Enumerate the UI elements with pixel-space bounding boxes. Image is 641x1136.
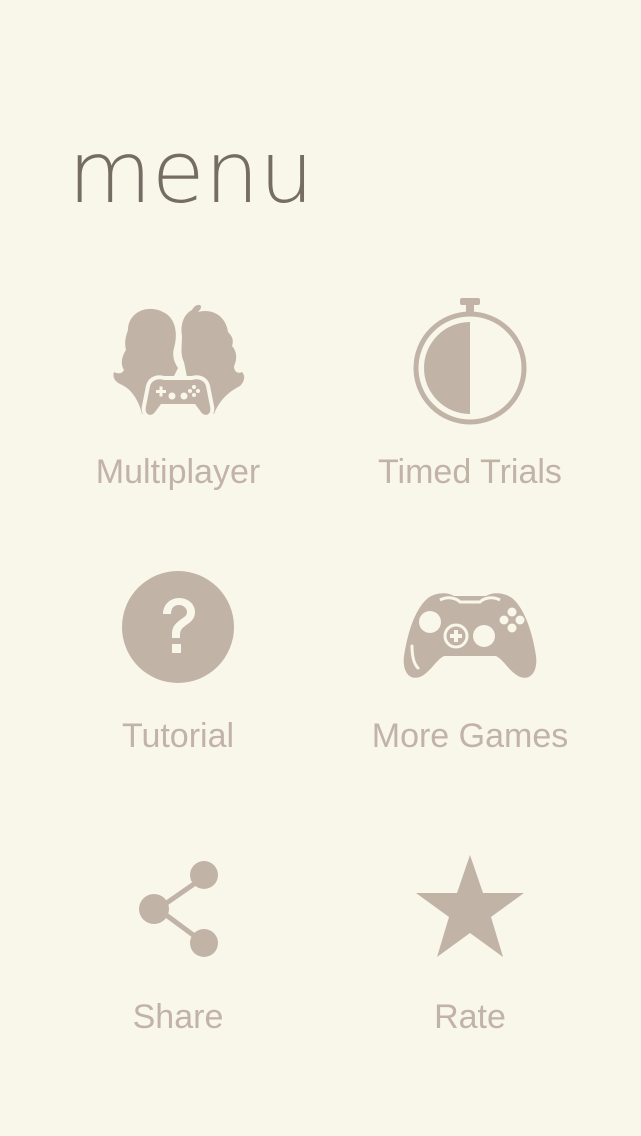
timed-trials-button[interactable]: Timed Trials [320,290,620,510]
share-label: Share [132,998,224,1036]
rate-button[interactable]: Rate [320,845,620,1065]
more-games-label: More Games [371,717,569,755]
share-button[interactable]: Share [28,845,328,1065]
timed-trials-label: Timed Trials [378,453,562,491]
star-icon [414,853,526,967]
more-games-button[interactable]: More Games [320,560,620,780]
question-icon [121,570,235,684]
stopwatch-icon [408,296,532,426]
multiplayer-icon [108,302,248,422]
gamepad-icon [400,586,540,686]
multiplayer-label: Multiplayer [95,453,261,491]
share-icon [136,859,220,959]
multiplayer-button[interactable]: Multiplayer [28,290,328,510]
rate-label: Rate [434,998,506,1036]
tutorial-label: Tutorial [121,717,235,755]
tutorial-button[interactable]: Tutorial [28,560,328,780]
menu-grid: Multiplayer Timed Trials Tutorial More G… [0,0,641,1136]
